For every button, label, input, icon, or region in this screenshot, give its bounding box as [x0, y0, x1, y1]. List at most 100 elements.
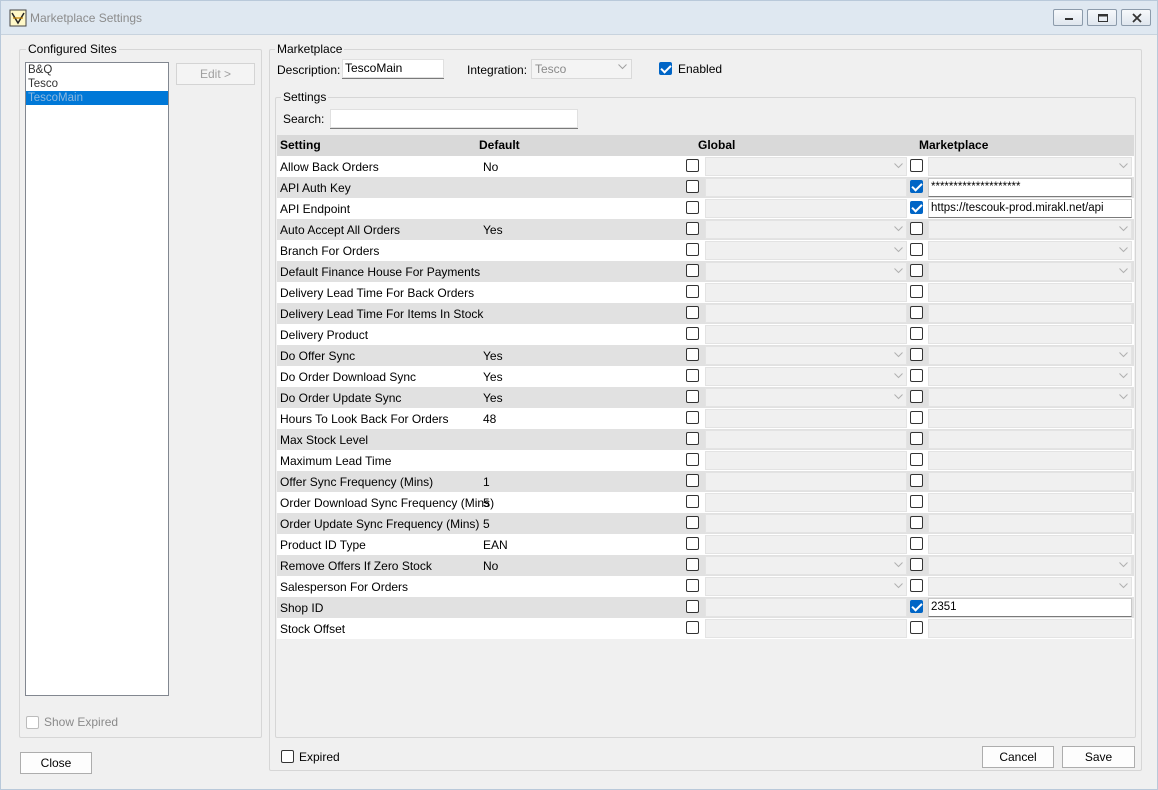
marketplace-value-field	[928, 220, 1132, 239]
marketplace-value-field	[928, 304, 1132, 323]
chevron-down-icon	[894, 247, 903, 253]
setting-name: Delivery Lead Time For Items In Stock	[280, 307, 484, 321]
global-override-checkbox[interactable]	[686, 558, 699, 571]
setting-name: Auto Accept All Orders	[280, 223, 401, 237]
marketplace-override-checkbox[interactable]	[910, 390, 923, 403]
marketplace-override-checkbox[interactable]	[910, 537, 923, 550]
global-override-checkbox[interactable]	[686, 537, 699, 550]
marketplace-override-checkbox[interactable]	[910, 453, 923, 466]
enabled-label: Enabled	[678, 62, 723, 76]
marketplace-value-field[interactable]: ********************	[928, 178, 1132, 197]
marketplace-value-field	[928, 577, 1132, 596]
show-expired-label: Show Expired	[44, 715, 119, 729]
marketplace-override-checkbox[interactable]	[910, 369, 923, 382]
enabled-checkbox[interactable]	[659, 62, 672, 75]
global-override-checkbox[interactable]	[686, 264, 699, 277]
marketplace-value-field[interactable]: https://tescouk-prod.mirakl.net/api	[928, 199, 1132, 218]
marketplace-value-field	[928, 493, 1132, 512]
description-input[interactable]: TescoMain	[342, 59, 444, 79]
setting-row: Branch For Orders	[277, 240, 1134, 261]
chevron-down-icon	[894, 352, 903, 358]
window-title: Marketplace Settings	[30, 11, 143, 25]
marketplace-value-field[interactable]: 2351	[928, 598, 1132, 617]
chevron-down-icon	[894, 562, 903, 568]
close-window-button[interactable]	[1121, 9, 1151, 26]
marketplace-override-checkbox[interactable]	[910, 621, 923, 634]
setting-name: Do Offer Sync	[280, 349, 356, 363]
global-override-checkbox[interactable]	[686, 222, 699, 235]
marketplace-override-checkbox[interactable]	[910, 474, 923, 487]
site-list-item[interactable]: Tesco	[26, 77, 168, 91]
marketplace-override-checkbox[interactable]	[910, 579, 923, 592]
marketplace-override-checkbox[interactable]	[910, 201, 923, 214]
global-override-checkbox[interactable]	[686, 516, 699, 529]
global-override-checkbox[interactable]	[686, 411, 699, 424]
global-override-checkbox[interactable]	[686, 369, 699, 382]
setting-default: EAN	[483, 538, 508, 552]
site-list-item[interactable]: B&Q	[26, 63, 168, 77]
cancel-button[interactable]: Cancel	[982, 746, 1054, 768]
global-override-checkbox[interactable]	[686, 159, 699, 172]
marketplace-override-checkbox[interactable]	[910, 495, 923, 508]
global-override-checkbox[interactable]	[686, 306, 699, 319]
marketplace-override-checkbox[interactable]	[910, 600, 923, 613]
marketplace-value-field	[928, 241, 1132, 260]
minimize-button[interactable]	[1053, 9, 1083, 26]
global-override-checkbox[interactable]	[686, 285, 699, 298]
marketplace-override-checkbox[interactable]	[910, 159, 923, 172]
marketplace-override-checkbox[interactable]	[910, 243, 923, 256]
global-override-checkbox[interactable]	[686, 474, 699, 487]
global-override-checkbox[interactable]	[686, 495, 699, 508]
column-header-marketplace[interactable]: Marketplace	[919, 138, 988, 152]
search-input[interactable]	[330, 109, 578, 129]
global-override-checkbox[interactable]	[686, 453, 699, 466]
column-header-default[interactable]: Default	[479, 138, 520, 152]
restore-button[interactable]	[1087, 9, 1117, 26]
setting-default: 5	[483, 517, 490, 531]
setting-default: Yes	[483, 370, 503, 384]
marketplace-override-checkbox[interactable]	[910, 285, 923, 298]
site-list-item-selected[interactable]: TescoMain	[26, 91, 168, 105]
chevron-down-icon	[1119, 394, 1128, 400]
global-override-checkbox[interactable]	[686, 621, 699, 634]
global-override-checkbox[interactable]	[686, 432, 699, 445]
marketplace-override-checkbox[interactable]	[910, 411, 923, 424]
column-header-global[interactable]: Global	[698, 138, 735, 152]
marketplace-override-checkbox[interactable]	[910, 432, 923, 445]
global-override-checkbox[interactable]	[686, 201, 699, 214]
setting-row: Product ID Type EAN	[277, 534, 1134, 555]
close-button[interactable]: Close	[20, 752, 92, 774]
global-value-field	[705, 472, 907, 491]
save-button[interactable]: Save	[1062, 746, 1135, 768]
global-override-checkbox[interactable]	[686, 579, 699, 592]
global-override-checkbox[interactable]	[686, 327, 699, 340]
column-header-setting[interactable]: Setting	[280, 138, 321, 152]
marketplace-override-checkbox[interactable]	[910, 558, 923, 571]
chevron-down-icon	[618, 64, 627, 70]
marketplace-override-checkbox[interactable]	[910, 180, 923, 193]
grid-header: Setting Default Global Marketplace	[277, 135, 1134, 156]
chevron-down-icon	[1119, 247, 1128, 253]
marketplace-value: https://tescouk-prod.mirakl.net/api	[931, 202, 1104, 214]
configured-sites-list[interactable]: B&Q Tesco TescoMain	[25, 62, 169, 696]
global-value-field	[705, 430, 907, 449]
marketplace-override-checkbox[interactable]	[910, 222, 923, 235]
edit-button[interactable]: Edit >	[176, 63, 255, 85]
integration-select[interactable]: Tesco	[531, 59, 632, 79]
global-override-checkbox[interactable]	[686, 600, 699, 613]
show-expired-checkbox[interactable]	[26, 716, 39, 729]
marketplace-override-checkbox[interactable]	[910, 327, 923, 340]
chevron-down-icon	[894, 394, 903, 400]
global-override-checkbox[interactable]	[686, 390, 699, 403]
setting-row: Default Finance House For Payments	[277, 261, 1134, 282]
marketplace-override-checkbox[interactable]	[910, 348, 923, 361]
setting-name: Branch For Orders	[280, 244, 380, 258]
marketplace-override-checkbox[interactable]	[910, 306, 923, 319]
setting-default: No	[483, 160, 499, 174]
global-override-checkbox[interactable]	[686, 243, 699, 256]
expired-checkbox[interactable]	[281, 750, 294, 763]
marketplace-override-checkbox[interactable]	[910, 264, 923, 277]
global-override-checkbox[interactable]	[686, 348, 699, 361]
global-override-checkbox[interactable]	[686, 180, 699, 193]
marketplace-override-checkbox[interactable]	[910, 516, 923, 529]
